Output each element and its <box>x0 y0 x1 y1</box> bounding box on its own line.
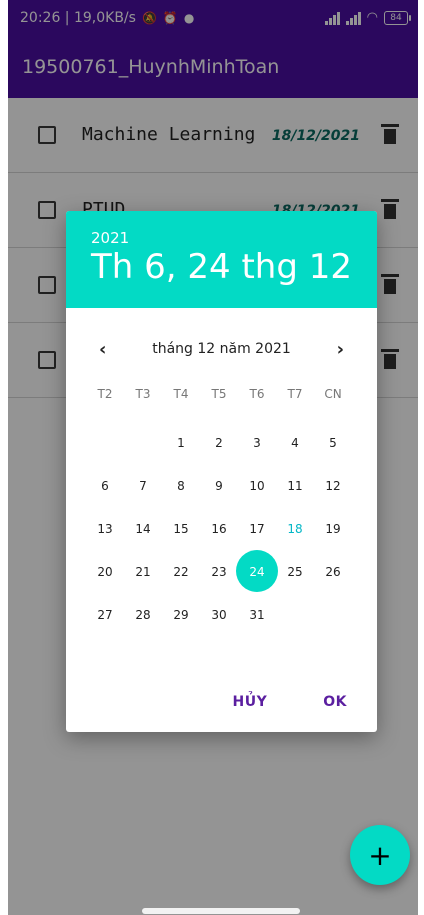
day-cell[interactable]: 30 <box>200 593 238 636</box>
day-cell[interactable]: 6 <box>86 464 124 507</box>
header-selected-date: Th 6, 24 thg 12 <box>91 247 352 287</box>
weekday-label: T4 <box>173 387 189 401</box>
plus-icon: + <box>368 838 392 872</box>
day-cell[interactable]: 28 <box>124 593 162 636</box>
date-picker-header: 2021 Th 6, 24 thg 12 <box>66 211 377 308</box>
day-cell[interactable]: 3 <box>238 421 276 464</box>
weekday-label: T2 <box>97 387 113 401</box>
day-cell[interactable]: 31 <box>238 593 276 636</box>
date-picker-dialog: 2021 Th 6, 24 thg 12 ‹ tháng 12 năm 2021… <box>66 211 377 732</box>
day-grid: 1 2 3 4 5 6 7 8 9 10 11 12 13 14 15 16 17 18 19 20 21 22 23 24 2… <box>86 421 376 636</box>
day-cell[interactable]: 22 <box>162 550 200 593</box>
weekday-label: T3 <box>135 387 151 401</box>
day-cell[interactable]: 27 <box>86 593 124 636</box>
day-cell[interactable]: 2 <box>200 421 238 464</box>
day-cell[interactable]: 11 <box>276 464 314 507</box>
cancel-button[interactable]: HỦY <box>233 694 268 710</box>
day-cell[interactable]: 10 <box>238 464 276 507</box>
ok-button[interactable]: OK <box>323 694 347 710</box>
dialog-actions: HỦY OK <box>233 694 347 710</box>
day-cell[interactable]: 4 <box>276 421 314 464</box>
day-cell[interactable]: 17 <box>238 507 276 550</box>
day-cell[interactable]: 1 <box>162 421 200 464</box>
day-cell[interactable]: 8 <box>162 464 200 507</box>
empty-day-cell <box>86 421 124 464</box>
day-cell[interactable]: 26 <box>314 550 352 593</box>
selected-day-cell[interactable]: 24 <box>236 550 278 593</box>
day-cell[interactable]: 15 <box>162 507 200 550</box>
weekday-label: CN <box>324 387 342 401</box>
navigation-pill[interactable] <box>142 908 300 914</box>
day-cell[interactable]: 9 <box>200 464 238 507</box>
header-year[interactable]: 2021 <box>91 229 129 247</box>
day-cell[interactable]: 14 <box>124 507 162 550</box>
day-cell[interactable]: 19 <box>314 507 352 550</box>
day-cell[interactable]: 20 <box>86 550 124 593</box>
day-cell[interactable]: 5 <box>314 421 352 464</box>
empty-day-cell <box>124 421 162 464</box>
month-navigation: ‹ tháng 12 năm 2021 › <box>66 331 377 367</box>
app-frame: 20:26 | 19,0KB/s 🔕 ⏰ ● ◠ 84 19500761_Huy… <box>8 0 418 915</box>
day-cell[interactable]: 23 <box>200 550 238 593</box>
day-cell[interactable]: 21 <box>124 550 162 593</box>
day-cell[interactable]: 25 <box>276 550 314 593</box>
weekday-header: T2 T3 T4 T5 T6 T7 CN <box>86 387 376 401</box>
add-button[interactable]: + <box>350 825 410 885</box>
phone-screen: 20:26 | 19,0KB/s 🔕 ⏰ ● ◠ 84 19500761_Huy… <box>0 0 424 915</box>
weekday-label: T7 <box>287 387 303 401</box>
weekday-label: T6 <box>249 387 265 401</box>
day-cell[interactable]: 18 <box>276 507 314 550</box>
day-cell[interactable]: 7 <box>124 464 162 507</box>
month-title: tháng 12 năm 2021 <box>152 341 291 357</box>
day-cell[interactable]: 16 <box>200 507 238 550</box>
day-cell[interactable]: 12 <box>314 464 352 507</box>
day-cell[interactable]: 29 <box>162 593 200 636</box>
day-cell[interactable]: 13 <box>86 507 124 550</box>
chevron-right-icon[interactable]: › <box>337 339 344 360</box>
weekday-label: T5 <box>211 387 227 401</box>
